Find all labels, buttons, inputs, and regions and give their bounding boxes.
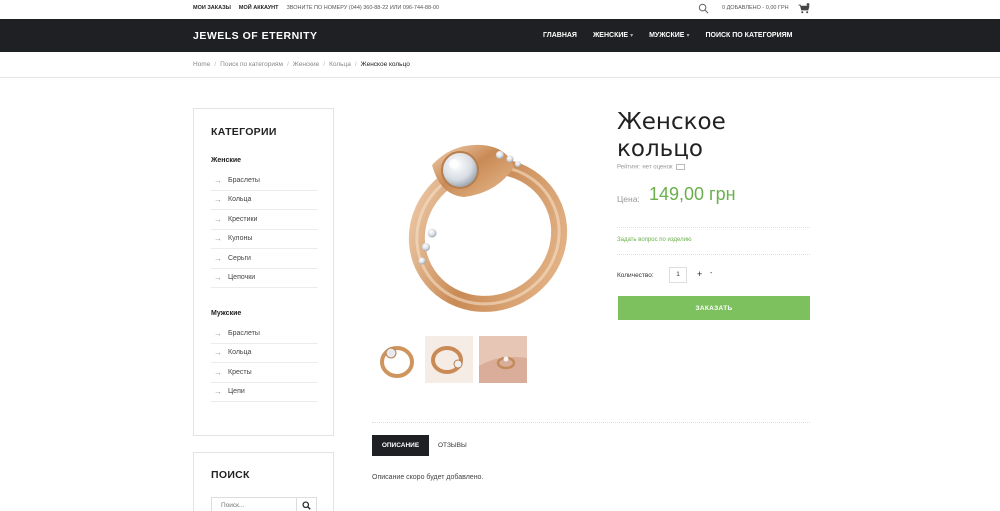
category-group-men: Мужские → Браслеты → Кольца → Кресты → Цепи — [211, 310, 318, 402]
arrow-right-icon: → — [214, 273, 222, 283]
my-account-link[interactable]: МОЙ АККАУНТ — [239, 5, 279, 11]
product-thumbnail[interactable] — [425, 336, 473, 383]
category-item[interactable]: → Кольца — [211, 191, 318, 210]
breadcrumb-current: Женское кольцо — [360, 61, 410, 68]
site-logo[interactable]: JEWELS OF ETERNITY — [193, 30, 318, 42]
category-item[interactable]: → Кулоны — [211, 230, 318, 249]
category-label: Цепи — [228, 388, 245, 396]
top-utility-bar: МОИ ЗАКАЗЫ МОЙ АККАУНТ ЗВОНИТЕ ПО НОМЕРУ… — [0, 0, 1000, 18]
search-title: ПОИСК — [211, 469, 250, 481]
product-price: 149,00 грн — [649, 184, 736, 204]
category-label: Кольца — [228, 196, 252, 204]
phone-text: ЗВОНИТЕ ПО НОМЕРУ (044) 360-88-22 ИЛИ 09… — [286, 5, 439, 11]
breadcrumb: Home / Поиск по категориям / Женские / К… — [193, 61, 410, 68]
arrow-right-icon: → — [214, 175, 222, 185]
price-label: Цена: — [617, 194, 640, 204]
category-item[interactable]: → Браслеты — [211, 171, 318, 191]
divider — [617, 227, 810, 228]
breadcrumb-separator: / — [323, 61, 326, 68]
category-item[interactable]: → Браслеты — [211, 324, 318, 344]
product-thumbnail[interactable] — [479, 336, 527, 383]
category-label: Кольца — [228, 349, 252, 357]
product-thumbnail[interactable] — [372, 336, 420, 383]
arrow-right-icon: → — [214, 234, 222, 244]
nav-item-home[interactable]: ГЛАВНАЯ — [543, 32, 577, 39]
main-nav: ГЛАВНАЯ ЖЕНСКИЕ ▾ МУЖСКИЕ ▾ ПОИСК ПО КАТЕГ… — [543, 32, 808, 39]
my-orders-link[interactable]: МОИ ЗАКАЗЫ — [193, 5, 231, 11]
chevron-down-icon: ▾ — [630, 33, 634, 39]
product-main-image[interactable] — [382, 115, 582, 320]
quantity-increase-button[interactable]: + — [697, 269, 702, 279]
category-group-heading[interactable]: Мужские — [211, 310, 318, 324]
search-icon[interactable] — [698, 3, 709, 14]
category-item[interactable]: → Цепи — [211, 383, 318, 402]
quantity-label: Количество: — [617, 272, 654, 279]
category-group-women: Женские → Браслеты → Кольца → Крестики → Кул… — [211, 157, 318, 288]
categories-panel: КАТЕГОРИИ Женские → Браслеты → Кольца → Кре… — [193, 108, 334, 436]
quantity-decrease-button[interactable]: - — [710, 270, 712, 277]
cart-icon[interactable] — [798, 3, 810, 14]
breadcrumb-bar: Home / Поиск по категориям / Женские / К… — [0, 52, 1000, 78]
arrow-right-icon: → — [214, 367, 222, 377]
category-label: Кулоны — [228, 235, 253, 243]
ask-question-link[interactable]: Задать вопрос по изделию — [617, 237, 691, 243]
rating-label: Рейтинг: нет оценок — [617, 164, 673, 171]
arrow-right-icon: → — [214, 328, 222, 338]
main-navbar: JEWELS OF ETERNITY ГЛАВНАЯ ЖЕНСКИЕ ▾ МУЖС… — [0, 19, 1000, 52]
arrow-right-icon: → — [214, 348, 222, 358]
category-label: Кресты — [228, 368, 252, 376]
description-text: Описание скоро будет добавлено. — [372, 474, 484, 481]
tab-reviews[interactable]: ОТЗЫВЫ — [438, 442, 467, 449]
arrow-right-icon: → — [214, 195, 222, 205]
arrow-right-icon: → — [214, 214, 222, 224]
nav-item-men[interactable]: МУЖСКИЕ ▾ — [649, 32, 689, 39]
search-icon — [302, 501, 311, 510]
chevron-down-icon: ▾ — [686, 33, 690, 39]
breadcrumb-item[interactable]: Поиск по категориям — [220, 61, 283, 68]
nav-label: ЖЕНСКИЕ — [592, 32, 629, 39]
category-label: Цепочки — [228, 274, 256, 282]
tab-description[interactable]: ОПИСАНИЕ — [372, 435, 429, 456]
breadcrumb-separator: / — [214, 61, 217, 68]
order-button[interactable]: ЗАКАЗАТЬ — [618, 296, 810, 320]
arrow-right-icon: → — [214, 387, 222, 397]
nav-item-category-search[interactable]: ПОИСК ПО КАТЕГОРИЯМ — [705, 32, 792, 39]
category-item[interactable]: → Крестики — [211, 210, 318, 230]
breadcrumb-separator: / — [354, 61, 357, 68]
nav-label: ГЛАВНАЯ — [543, 32, 577, 39]
category-label: Браслеты — [228, 329, 260, 337]
divider — [617, 254, 810, 255]
rating-text: Рейтинг: нет оценок — [617, 164, 686, 171]
category-item[interactable]: → Серьги — [211, 249, 318, 269]
search-panel: ПОИСК — [193, 452, 334, 511]
nav-item-women[interactable]: ЖЕНСКИЕ ▾ — [593, 32, 633, 39]
quantity-input[interactable]: 1 — [669, 267, 687, 283]
category-item[interactable]: → Кольца — [211, 344, 318, 363]
categories-title: КАТЕГОРИИ — [211, 126, 277, 138]
category-item[interactable]: → Цепочки — [211, 269, 318, 288]
nav-label: ПОИСК ПО КАТЕГОРИЯМ — [705, 32, 793, 39]
nav-label: МУЖСКИЕ — [649, 32, 685, 39]
breadcrumb-item[interactable]: Женские — [293, 61, 319, 68]
breadcrumb-separator: / — [286, 61, 289, 68]
search-input[interactable] — [211, 497, 297, 511]
cart-summary[interactable]: 0 ДОБАВЛЕНО - 0,00 ГРН — [722, 5, 789, 11]
category-label: Браслеты — [228, 176, 260, 184]
category-group-heading[interactable]: Женские — [211, 157, 318, 171]
divider — [372, 422, 810, 423]
category-label: Серьги — [228, 254, 251, 262]
breadcrumb-item[interactable]: Home — [193, 61, 210, 68]
rating-badge-icon — [676, 164, 686, 170]
search-button[interactable] — [297, 497, 317, 511]
top-links: МОИ ЗАКАЗЫ МОЙ АККАУНТ ЗВОНИТЕ ПО НОМЕРУ… — [193, 5, 439, 11]
category-item[interactable]: → Кресты — [211, 363, 318, 383]
category-label: Крестики — [228, 215, 258, 223]
arrow-right-icon: → — [214, 253, 222, 263]
breadcrumb-item[interactable]: Кольца — [329, 61, 351, 68]
product-title: Женское кольцо — [617, 109, 726, 162]
